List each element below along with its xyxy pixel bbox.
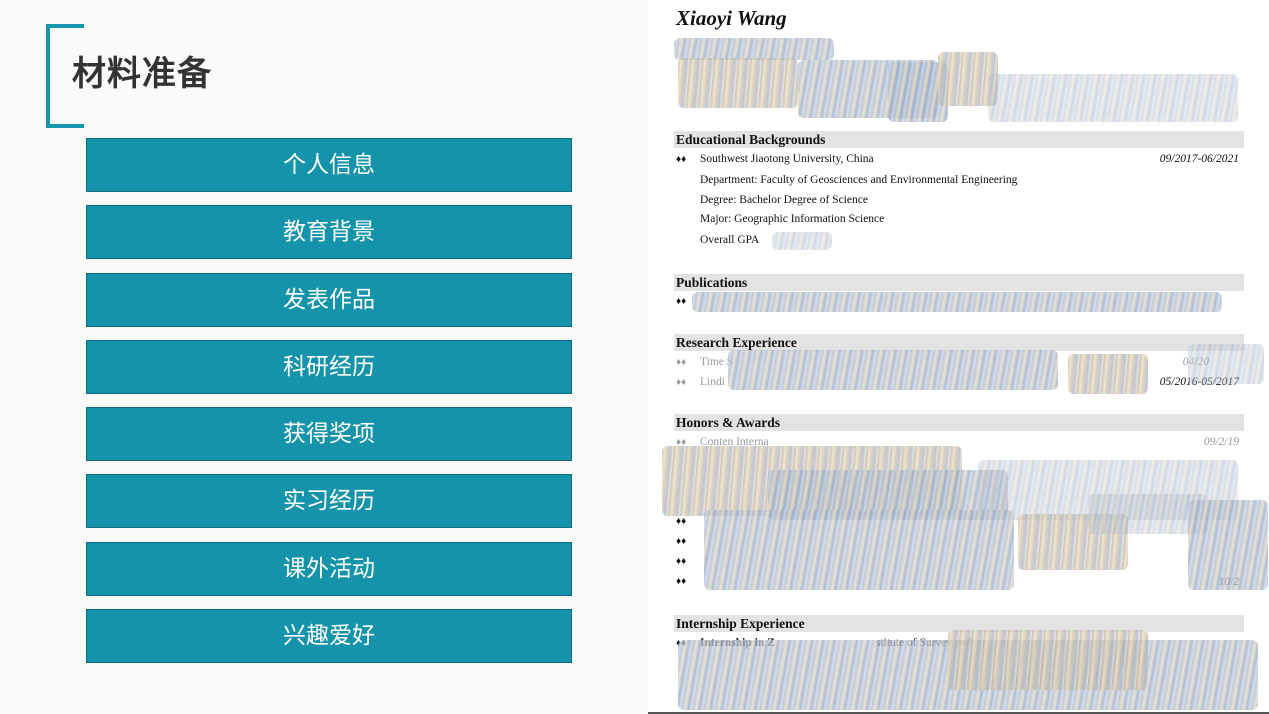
section-heading-research: Research Experience: [674, 334, 1244, 351]
redaction-smudge: [1188, 344, 1264, 384]
redaction-smudge: [692, 292, 1222, 312]
page-title: 材料准备: [72, 46, 216, 95]
redaction-smudge: [674, 38, 834, 60]
education-department: Department: Faculty of Geosciences and E…: [700, 174, 1018, 186]
education-degree: Degree: Bachelor Degree of Science: [700, 194, 868, 206]
redaction-smudge: [1068, 354, 1148, 394]
redaction-smudge: [728, 350, 1058, 390]
bullet-icon: ♦♦: [676, 556, 687, 567]
bullet-icon: ♦♦: [676, 576, 687, 587]
redaction-smudge: [988, 74, 1238, 122]
education-major: Major: Geographic Information Science: [700, 213, 885, 225]
section-heading-honors: Honors & Awards: [674, 414, 1244, 431]
education-dates: 09/2017-06/2021: [1159, 153, 1239, 165]
menu-button-hobbies[interactable]: 兴趣爱好: [86, 609, 572, 664]
bullet-icon: ♦♦: [676, 296, 687, 307]
bullet-icon: ♦♦: [676, 536, 687, 547]
bullet-icon: ♦♦: [676, 154, 687, 165]
menu-button-personal-info[interactable]: 个人信息: [86, 138, 572, 192]
redaction-smudge: [678, 58, 798, 108]
section-heading-education: Educational Backgrounds: [674, 131, 1244, 148]
materials-menu: 个人信息 教育背景 发表作品 科研经历 获得奖项 实习经历 课外活动 兴趣爱好: [86, 138, 572, 676]
resume-preview: Xiaoyi Wang Educational Backgrounds ♦♦ S…: [648, 0, 1269, 712]
redaction-smudge: [704, 510, 1014, 590]
honors-item-1-date: 09/2/19: [1203, 436, 1239, 448]
bullet-icon: ♦♦: [676, 516, 687, 527]
resume-name: Xiaoyi Wang: [676, 6, 787, 30]
bullet-icon: ♦♦: [676, 377, 687, 388]
menu-button-activities[interactable]: 课外活动: [86, 541, 572, 596]
menu-button-publications[interactable]: 发表作品: [86, 272, 572, 327]
menu-button-education[interactable]: 教育背景: [86, 205, 572, 260]
section-heading-publications: Publications: [674, 274, 1244, 291]
research-item-2: Lindi: [700, 376, 725, 388]
menu-button-internship[interactable]: 实习经历: [86, 474, 572, 529]
education-gpa-label: Overall GPA: [700, 234, 760, 246]
redaction-smudge: [948, 630, 1148, 690]
bullet-icon: ♦♦: [676, 357, 687, 368]
honors-last-date: 10/2: [1218, 576, 1239, 588]
menu-button-awards[interactable]: 获得奖项: [86, 407, 572, 462]
menu-button-research[interactable]: 科研经历: [86, 339, 572, 394]
education-school: Southwest Jiaotong University, China: [700, 153, 874, 165]
redaction-smudge: [772, 232, 832, 250]
